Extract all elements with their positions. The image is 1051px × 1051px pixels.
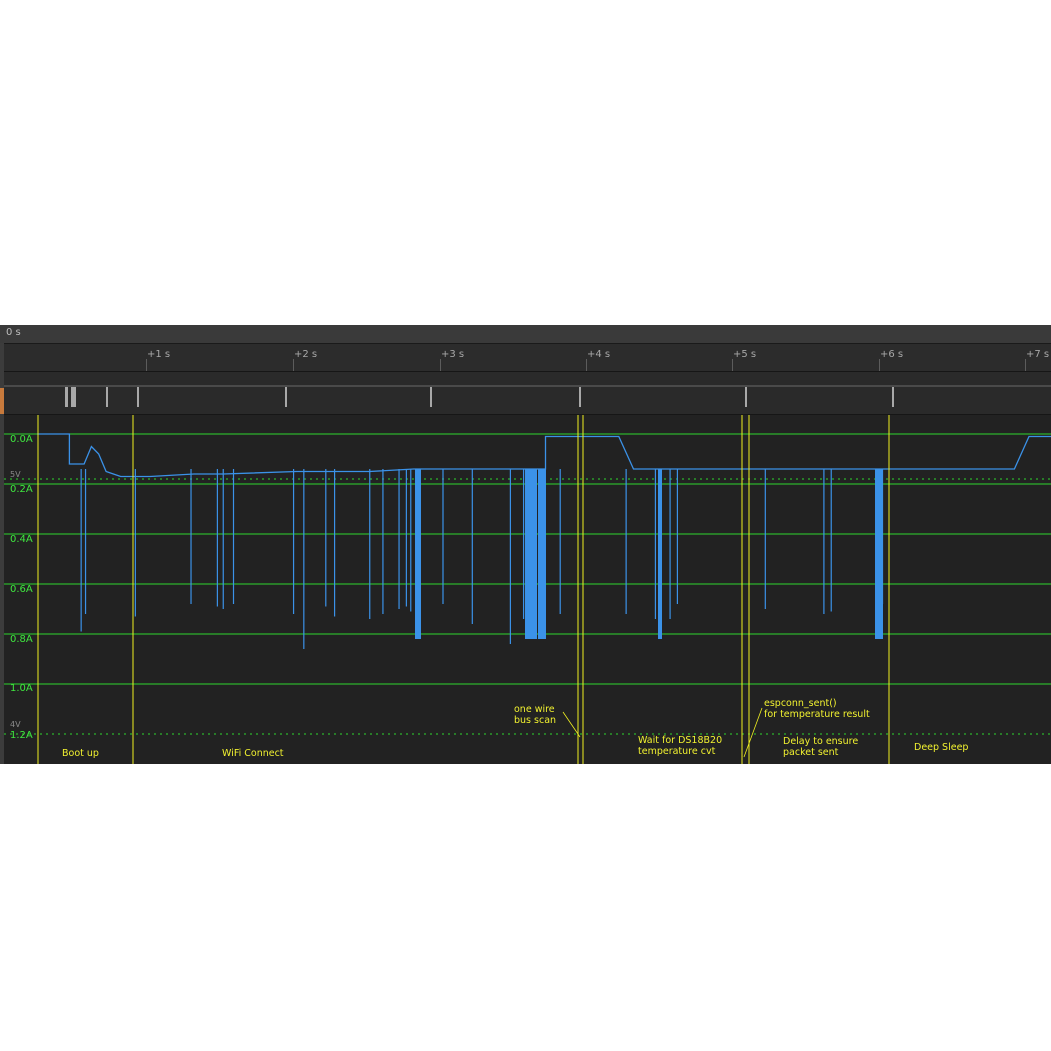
- annotation-espconn-line1: espconn_sent(): [764, 698, 837, 709]
- tick-mark: [879, 359, 880, 371]
- y-label-0.6: 0.6A: [10, 584, 33, 595]
- tick-mark: [1025, 359, 1026, 371]
- annotation-deep-sleep: Deep Sleep: [914, 742, 969, 753]
- digital-trace: [4, 385, 1051, 407]
- ref-label-5v: 5V: [10, 470, 21, 479]
- tick-label-4s: +4 s: [587, 349, 611, 360]
- y-label-0: 0.0A: [10, 434, 33, 445]
- annotation-wait-line2: temperature cvt: [638, 746, 716, 757]
- annotation-one-wire-line2: bus scan: [514, 715, 557, 726]
- y-label-0.2: 0.2A: [10, 484, 33, 495]
- tick-label-3s: +3 s: [441, 349, 465, 360]
- tick-label-7s: +7 s: [1026, 349, 1050, 360]
- tick-label-2s: +2 s: [294, 349, 318, 360]
- annotation-one-wire-line1: one wire: [514, 704, 555, 715]
- current-burst: [658, 469, 662, 639]
- time-ruler[interactable]: +1 s +2 s +3 s +4 s +5 s +6 s +7 s: [4, 344, 1051, 372]
- annotation-espconn-line2: for temperature result: [764, 709, 870, 720]
- annotation-wait-line1: Wait for DS18B20: [638, 735, 723, 746]
- y-label-0.4: 0.4A: [10, 534, 33, 545]
- annotation-leader: [562, 711, 581, 738]
- y-label-1.2: 1.2A: [10, 730, 33, 741]
- current-burst: [875, 469, 883, 639]
- timeline-header[interactable]: 0 s: [0, 325, 1051, 344]
- annotation-boot-up: Boot up: [62, 748, 99, 759]
- tick-mark: [586, 359, 587, 371]
- channel-color-marker: [0, 388, 4, 414]
- annotation-delay-line2: packet sent: [783, 747, 839, 758]
- y-label-1.0: 1.0A: [10, 683, 33, 694]
- tick-mark: [146, 359, 147, 371]
- annotation-leader: [743, 707, 763, 758]
- marker-lines: [37, 415, 890, 764]
- tick-label-1s: +1 s: [147, 349, 171, 360]
- current-burst: [538, 469, 546, 639]
- origin-label: 0 s: [6, 327, 21, 338]
- analog-current-channel[interactable]: 0.0A 0.2A 0.4A 0.6A 0.8A 1.0A 1.2A 5V 4V…: [4, 415, 1051, 764]
- current-burst: [415, 469, 421, 639]
- y-label-0.8: 0.8A: [10, 634, 33, 645]
- tick-mark: [440, 359, 441, 371]
- digital-channel[interactable]: [4, 372, 1051, 415]
- annotation-delay-line1: Delay to ensure: [783, 736, 859, 747]
- tick-mark: [293, 359, 294, 371]
- annotation-wifi-connect: WiFi Connect: [222, 748, 284, 759]
- ref-label-4v: 4V: [10, 720, 21, 729]
- logic-analyzer-window: 0 s +1 s +2 s +3 s +4 s +5 s +6 s +7 s 0…: [0, 325, 1051, 764]
- tick-label-5s: +5 s: [733, 349, 757, 360]
- tick-label-6s: +6 s: [880, 349, 904, 360]
- current-spikes: [80, 469, 884, 649]
- tick-mark: [732, 359, 733, 371]
- current-burst: [525, 469, 537, 639]
